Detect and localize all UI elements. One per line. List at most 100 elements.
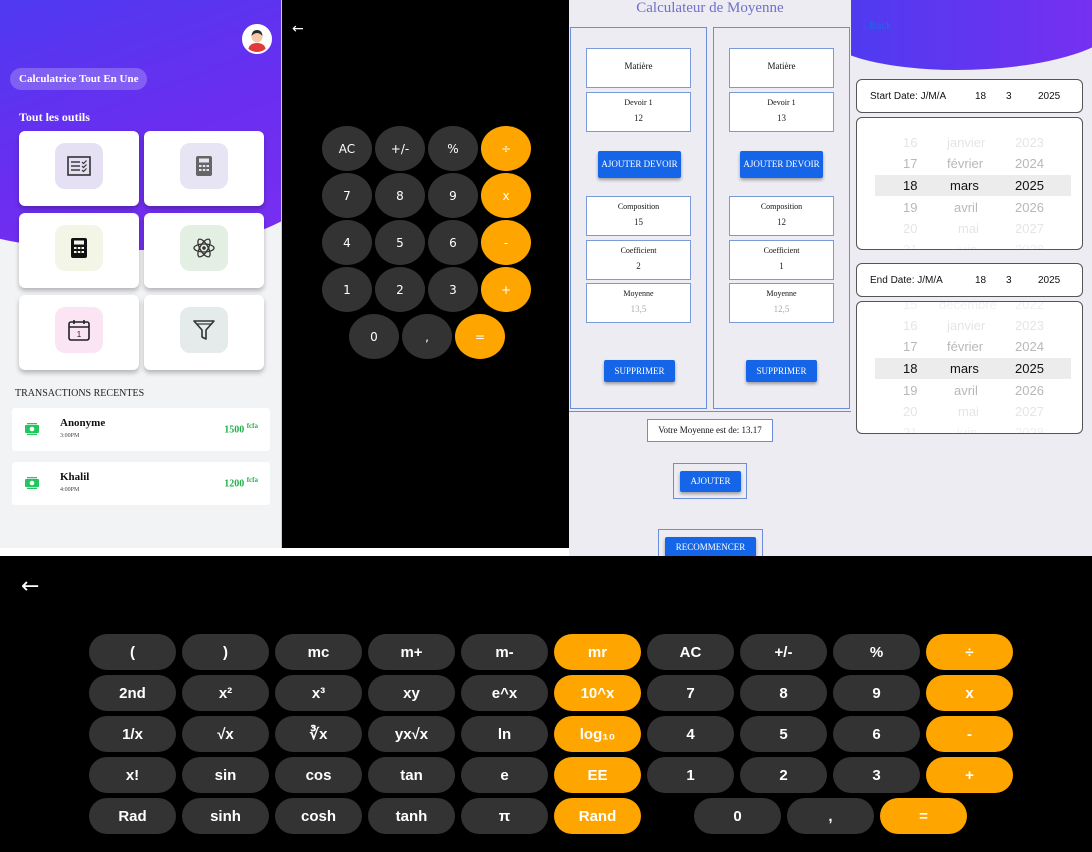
- sci-key-mc[interactable]: mc: [275, 634, 362, 670]
- sci-key-nth-root[interactable]: yx√x: [368, 716, 455, 752]
- delete-button[interactable]: SUPPRIMER: [746, 360, 817, 382]
- back-arrow-icon[interactable]: ←: [292, 21, 304, 37]
- sci-key-5[interactable]: 5: [740, 716, 827, 752]
- key-sign[interactable]: +/-: [375, 126, 425, 171]
- sci-key-9[interactable]: 9: [833, 675, 920, 711]
- devoir-field[interactable]: Devoir 1 13: [729, 92, 834, 132]
- add-devoir-button[interactable]: AJOUTER DEVOIR: [598, 151, 681, 178]
- key-plus[interactable]: +: [481, 267, 531, 312]
- transaction-row[interactable]: Anonyme 3:00PM 1500 fcfa: [12, 408, 270, 451]
- sci-key-second[interactable]: 2nd: [89, 675, 176, 711]
- tool-tile-science[interactable]: [144, 213, 264, 288]
- key-equals[interactable]: =: [455, 314, 505, 359]
- key-multiply[interactable]: x: [481, 173, 531, 218]
- delete-button[interactable]: SUPPRIMER: [604, 360, 675, 382]
- sci-key-sinh[interactable]: sinh: [182, 798, 269, 834]
- sci-key-cbrt[interactable]: ∛x: [275, 716, 362, 752]
- start-date-picker[interactable]: 16 janvier 2023 17 février 2024 18 mars 2025 1…: [856, 117, 1083, 250]
- add-subject-button[interactable]: AJOUTER: [680, 471, 741, 492]
- sci-key-square[interactable]: x²: [182, 675, 269, 711]
- picker-row-selected[interactable]: 18 mars 2025: [857, 358, 1082, 379]
- key-3[interactable]: 3: [428, 267, 478, 312]
- coefficient-field[interactable]: Coefficient 1: [729, 240, 834, 280]
- sci-key-0[interactable]: 0: [694, 798, 781, 834]
- picker-row[interactable]: 21 juin 2028: [857, 239, 1082, 249]
- picker-row[interactable]: 21 juin 2028: [857, 422, 1082, 433]
- start-date-header[interactable]: Start Date: J/M/A 18 3 2025: [856, 79, 1083, 113]
- key-comma[interactable]: ,: [402, 314, 452, 359]
- devoir-field[interactable]: Devoir 1 12: [586, 92, 691, 132]
- picker-row[interactable]: 20 mai 2027: [857, 218, 1082, 239]
- key-0[interactable]: 0: [349, 314, 399, 359]
- sci-key-ee[interactable]: EE: [554, 757, 641, 793]
- sci-key-sin[interactable]: sin: [182, 757, 269, 793]
- picker-row[interactable]: 16 janvier 2023: [857, 132, 1082, 153]
- sci-key-3[interactable]: 3: [833, 757, 920, 793]
- sci-key-m-plus[interactable]: m+: [368, 634, 455, 670]
- sci-key-ten-power[interactable]: 10^x: [554, 675, 641, 711]
- key-4[interactable]: 4: [322, 220, 372, 265]
- add-devoir-button[interactable]: AJOUTER DEVOIR: [740, 151, 823, 178]
- sci-key-pi[interactable]: π: [461, 798, 548, 834]
- tool-tile-notes[interactable]: [19, 131, 139, 206]
- sci-key-1[interactable]: 1: [647, 757, 734, 793]
- picker-row[interactable]: 19 avril 2026: [857, 380, 1082, 401]
- restart-button[interactable]: RECOMMENCER: [665, 537, 756, 556]
- picker-row[interactable]: 16 janvier 2023: [857, 315, 1082, 336]
- sci-key-minus[interactable]: -: [926, 716, 1013, 752]
- back-link[interactable]: ‹ Back: [863, 21, 891, 32]
- tool-tile-moyenne[interactable]: [19, 213, 139, 288]
- tool-tile-dates[interactable]: 1: [19, 295, 139, 370]
- key-minus[interactable]: -: [481, 220, 531, 265]
- sci-key-factorial[interactable]: x!: [89, 757, 176, 793]
- sci-key-mr[interactable]: mr: [554, 634, 641, 670]
- composition-field[interactable]: Composition 15: [586, 196, 691, 236]
- sci-key-comma[interactable]: ,: [787, 798, 874, 834]
- key-8[interactable]: 8: [375, 173, 425, 218]
- subject-name-field[interactable]: Matière: [729, 48, 834, 88]
- back-arrow-icon[interactable]: ←: [21, 574, 39, 599]
- sci-key-e[interactable]: e: [461, 757, 548, 793]
- sci-key-cos[interactable]: cos: [275, 757, 362, 793]
- picker-row[interactable]: 17 février 2024: [857, 336, 1082, 357]
- sci-key-sqrt[interactable]: √x: [182, 716, 269, 752]
- tool-tile-filter[interactable]: [144, 295, 264, 370]
- end-date-header[interactable]: End Date: J/M/A 18 3 2025: [856, 263, 1083, 297]
- key-6[interactable]: 6: [428, 220, 478, 265]
- sci-key-6[interactable]: 6: [833, 716, 920, 752]
- sci-key-2[interactable]: 2: [740, 757, 827, 793]
- composition-field[interactable]: Composition 12: [729, 196, 834, 236]
- tool-tile-calculator[interactable]: [144, 131, 264, 206]
- key-ac[interactable]: AC: [322, 126, 372, 171]
- picker-row[interactable]: 20 mai 2027: [857, 401, 1082, 422]
- sci-key-open-paren[interactable]: (: [89, 634, 176, 670]
- sci-key-equals[interactable]: =: [880, 798, 967, 834]
- sci-key-tanh[interactable]: tanh: [368, 798, 455, 834]
- sci-key-plus[interactable]: +: [926, 757, 1013, 793]
- end-date-picker[interactable]: 15 décembre 2022 16 janvier 2023 17 février 20…: [856, 301, 1083, 434]
- sci-key-rad[interactable]: Rad: [89, 798, 176, 834]
- sci-key-multiply[interactable]: x: [926, 675, 1013, 711]
- key-5[interactable]: 5: [375, 220, 425, 265]
- sci-key-ln[interactable]: ln: [461, 716, 548, 752]
- sci-key-exp[interactable]: e^x: [461, 675, 548, 711]
- sci-key-power[interactable]: xy: [368, 675, 455, 711]
- sci-key-cube[interactable]: x³: [275, 675, 362, 711]
- key-1[interactable]: 1: [322, 267, 372, 312]
- sci-key-8[interactable]: 8: [740, 675, 827, 711]
- picker-row[interactable]: 17 février 2024: [857, 153, 1082, 174]
- picker-row[interactable]: 15 décembre 2022: [857, 302, 1082, 315]
- sci-key-percent[interactable]: %: [833, 634, 920, 670]
- sci-key-4[interactable]: 4: [647, 716, 734, 752]
- picker-row-selected[interactable]: 18 mars 2025: [857, 175, 1082, 196]
- avatar[interactable]: [242, 24, 272, 54]
- sci-key-close-paren[interactable]: ): [182, 634, 269, 670]
- sci-key-divide[interactable]: ÷: [926, 634, 1013, 670]
- key-divide[interactable]: ÷: [481, 126, 531, 171]
- key-2[interactable]: 2: [375, 267, 425, 312]
- sci-key-rand[interactable]: Rand: [554, 798, 641, 834]
- key-7[interactable]: 7: [322, 173, 372, 218]
- sci-key-reciprocal[interactable]: 1/x: [89, 716, 176, 752]
- sci-key-ac[interactable]: AC: [647, 634, 734, 670]
- sci-key-sign[interactable]: +/-: [740, 634, 827, 670]
